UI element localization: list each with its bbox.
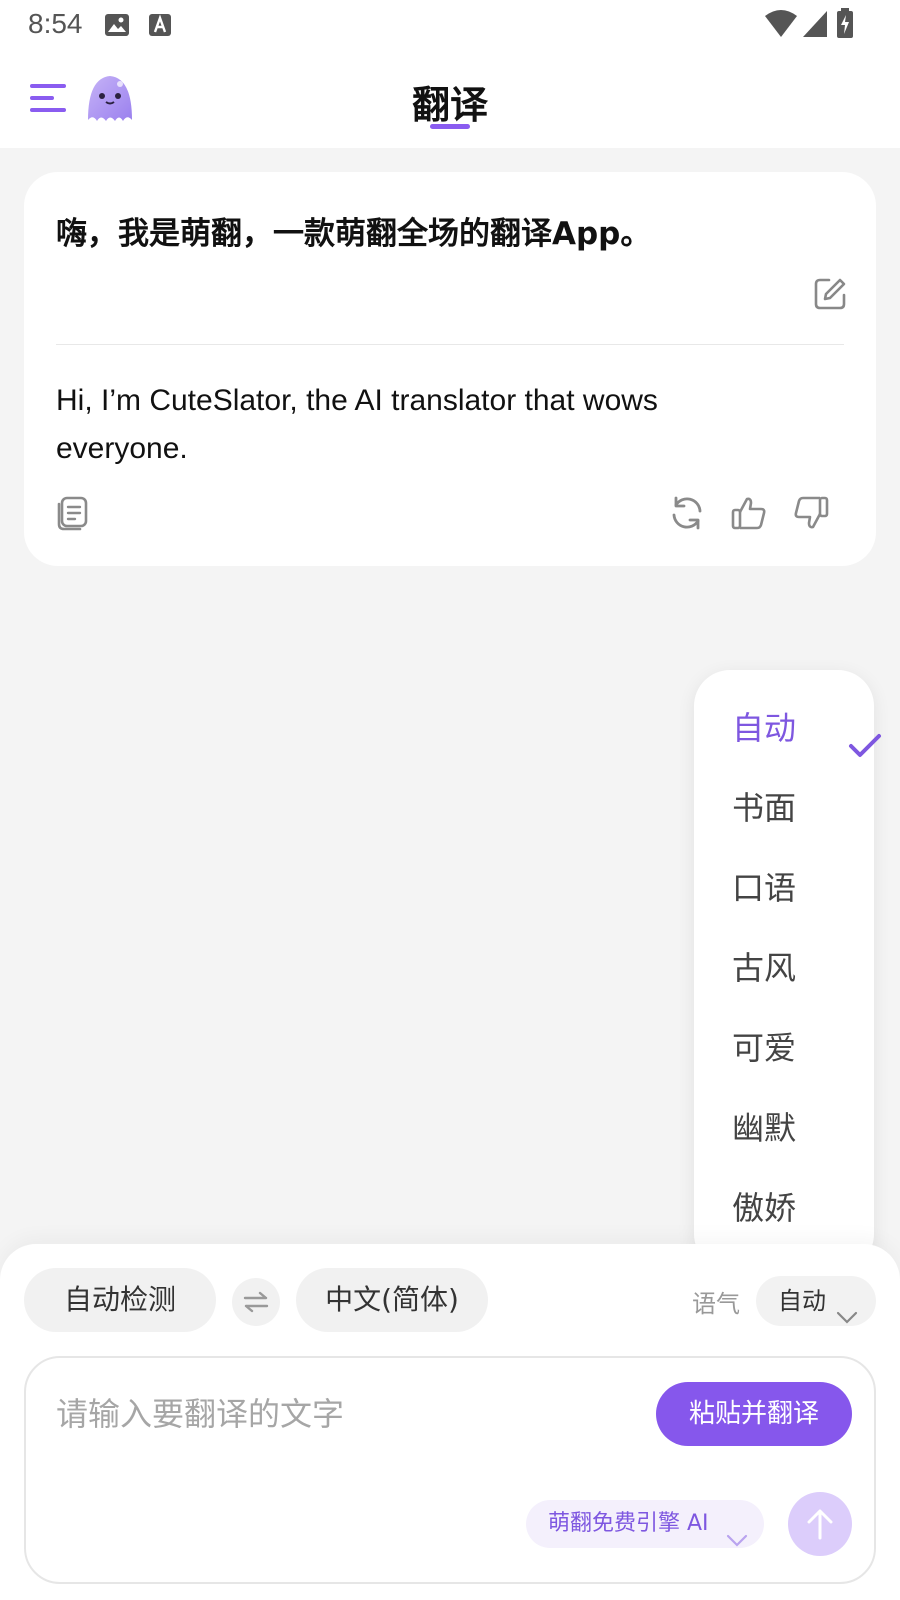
tone-option-spoken[interactable]: 口语 <box>732 858 872 918</box>
text-input-box: 粘贴并翻译 萌翻免费引擎 AI <box>24 1356 876 1584</box>
tone-label: 语气 <box>692 1290 740 1318</box>
app-header: 翻译 <box>0 50 900 148</box>
translated-text: Hi, I’m CuteSlator, the AI translator th… <box>56 384 658 465</box>
paste-and-translate-button[interactable]: 粘贴并翻译 <box>656 1382 852 1446</box>
engine-select-button[interactable]: 萌翻免费引擎 AI <box>526 1500 764 1548</box>
checkmark-icon <box>848 718 882 757</box>
refresh-icon[interactable] <box>668 494 706 532</box>
tone-select-value: 自动 <box>778 1287 826 1315</box>
image-icon <box>104 12 130 42</box>
card-divider <box>56 344 844 345</box>
translate-input[interactable] <box>56 1384 616 1444</box>
tone-option-classical[interactable]: 古风 <box>732 938 872 998</box>
translation-result-card: 嗨，我是萌翻，一款萌翻全场的翻译App。 Hi, I’m CuteSlator,… <box>24 172 876 566</box>
battery-charging-icon <box>836 8 854 42</box>
status-time: 8:54 <box>28 8 83 39</box>
tone-select[interactable]: 自动 <box>756 1276 876 1326</box>
swap-icon <box>242 1290 270 1318</box>
thumbs-down-icon[interactable] <box>792 494 830 532</box>
edit-icon[interactable] <box>812 276 848 312</box>
tone-option-cute[interactable]: 可爱 <box>732 1018 872 1078</box>
page-title: 翻译 <box>411 83 488 127</box>
source-language-button[interactable]: 自动检测 <box>24 1268 216 1332</box>
tone-option-written[interactable]: 书面 <box>732 778 872 838</box>
tone-option-label: 自动 <box>732 709 797 747</box>
chevron-down-icon <box>836 1292 858 1342</box>
title-tab-indicator <box>430 124 470 129</box>
send-button[interactable] <box>788 1492 852 1556</box>
arrow-up-icon <box>806 1508 834 1544</box>
thumbs-up-icon[interactable] <box>730 494 768 532</box>
engine-label: 萌翻免费引擎 AI <box>548 1511 709 1536</box>
tone-option-auto[interactable]: 自动 <box>732 698 881 758</box>
input-panel: 自动检测 中文(简体) 语气 自动 粘贴并翻译 萌翻免费引擎 AI <box>0 1244 900 1600</box>
source-text: 嗨，我是萌翻，一款萌翻全场的翻译App。 <box>56 216 652 252</box>
tone-option-humorous[interactable]: 幽默 <box>732 1098 872 1158</box>
tone-option-tsundere[interactable]: 傲娇 <box>732 1178 872 1238</box>
status-bar: 8:54 <box>0 0 900 50</box>
swap-languages-button[interactable] <box>232 1278 280 1326</box>
text-a-icon <box>148 12 172 42</box>
target-language-button[interactable]: 中文(简体) <box>296 1268 488 1332</box>
signal-icon <box>802 10 828 42</box>
tone-dropdown-menu: 自动 书面 口语 古风 可爱 幽默 傲娇 <box>694 670 881 1270</box>
copy-icon[interactable] <box>54 494 92 532</box>
wifi-icon <box>764 10 798 42</box>
chevron-down-icon <box>726 1518 748 1566</box>
